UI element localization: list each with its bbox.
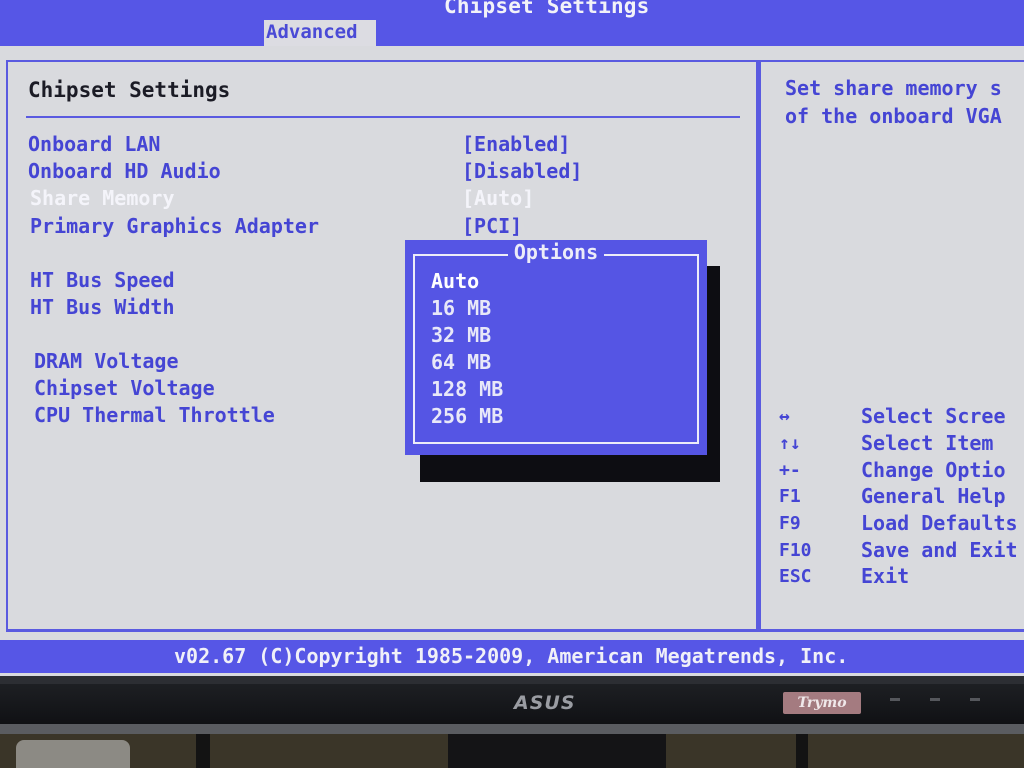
option-128mb[interactable]: 128 MB bbox=[431, 377, 503, 401]
bezel-highlight bbox=[0, 676, 1024, 684]
setting-ht-bus-speed[interactable]: HT Bus Speed bbox=[30, 268, 175, 292]
key-f9: F9 bbox=[779, 513, 801, 534]
setting-primary-graphics-adapter[interactable]: Primary Graphics Adapter bbox=[30, 214, 319, 238]
tab-row bbox=[0, 18, 1024, 46]
footer-bar: v02.67 (C)Copyright 1985-2009, American … bbox=[0, 640, 1024, 673]
setting-cpu-thermal-throttle[interactable]: CPU Thermal Throttle bbox=[34, 403, 275, 427]
key-desc-select-screen: Select Scree bbox=[861, 404, 1006, 428]
popup-title: Options bbox=[405, 240, 707, 264]
stand-leg-right bbox=[796, 734, 808, 768]
option-16mb[interactable]: 16 MB bbox=[431, 296, 491, 320]
setting-onboard-hd-audio[interactable]: Onboard HD Audio bbox=[28, 159, 221, 183]
setting-chipset-voltage[interactable]: Chipset Voltage bbox=[34, 376, 215, 400]
cup-object bbox=[16, 740, 130, 768]
window-title: Chipset Settings bbox=[444, 0, 650, 18]
bezel-lower-edge bbox=[0, 724, 1024, 734]
key-desc-change-option: Change Optio bbox=[861, 458, 1006, 482]
monitor-stand bbox=[448, 734, 666, 768]
setting-ht-bus-width[interactable]: HT Bus Width bbox=[30, 295, 175, 319]
option-32mb[interactable]: 32 MB bbox=[431, 323, 491, 347]
monitor-bezel: ASUS Trymo bbox=[0, 676, 1024, 724]
option-64mb[interactable]: 64 MB bbox=[431, 350, 491, 374]
key-arrows-ud-icon: ↑↓ bbox=[779, 433, 801, 454]
title-bar: Chipset Settings bbox=[0, 0, 1024, 18]
setting-onboard-hd-audio-value[interactable]: [Disabled] bbox=[462, 159, 582, 183]
key-esc: ESC bbox=[779, 566, 812, 587]
setting-primary-graphics-adapter-value[interactable]: [PCI] bbox=[462, 214, 522, 238]
stand-leg-left bbox=[196, 734, 210, 768]
trymo-badge: Trymo bbox=[783, 692, 861, 714]
monitor-button[interactable] bbox=[970, 698, 980, 701]
option-256mb[interactable]: 256 MB bbox=[431, 404, 503, 428]
key-desc-general-help: General Help bbox=[861, 484, 1006, 508]
key-desc-load-defaults: Load Defaults bbox=[861, 511, 1018, 535]
setting-share-memory-value[interactable]: [Auto] bbox=[462, 186, 534, 210]
asus-logo: ASUS bbox=[514, 692, 576, 714]
key-desc-save-and-exit: Save and Exit bbox=[861, 538, 1018, 562]
help-panel: Set share memory s of the onboard VGA ↔ … bbox=[758, 60, 1024, 632]
key-plus-minus: +- bbox=[779, 460, 801, 481]
bios-screen: Chipset Settings Advanced Chipset Settin… bbox=[0, 0, 1024, 676]
option-auto[interactable]: Auto bbox=[431, 269, 479, 293]
copyright-footer: v02.67 (C)Copyright 1985-2009, American … bbox=[174, 644, 849, 668]
monitor-button[interactable] bbox=[890, 698, 900, 701]
key-desc-exit: Exit bbox=[861, 564, 910, 588]
setting-onboard-lan-value[interactable]: [Enabled] bbox=[462, 132, 570, 156]
monitor-button[interactable] bbox=[930, 698, 940, 701]
section-title: Chipset Settings bbox=[28, 78, 231, 102]
popup-title-text: Options bbox=[507, 240, 605, 264]
help-text-line-1: Set share memory s bbox=[785, 76, 1002, 100]
key-f10: F10 bbox=[779, 540, 812, 561]
setting-dram-voltage[interactable]: DRAM Voltage bbox=[34, 349, 179, 373]
key-desc-select-item: Select Item bbox=[861, 431, 994, 455]
setting-share-memory[interactable]: Share Memory bbox=[30, 186, 175, 210]
options-popup[interactable]: Options Auto 16 MB 32 MB 64 MB 128 MB 25… bbox=[405, 240, 707, 455]
setting-onboard-lan[interactable]: Onboard LAN bbox=[28, 132, 160, 156]
tab-advanced[interactable]: Advanced bbox=[264, 20, 376, 46]
key-arrows-lr-icon: ↔ bbox=[779, 406, 790, 427]
help-text-line-2: of the onboard VGA bbox=[785, 104, 1002, 128]
section-divider bbox=[26, 116, 740, 118]
key-f1: F1 bbox=[779, 486, 801, 507]
